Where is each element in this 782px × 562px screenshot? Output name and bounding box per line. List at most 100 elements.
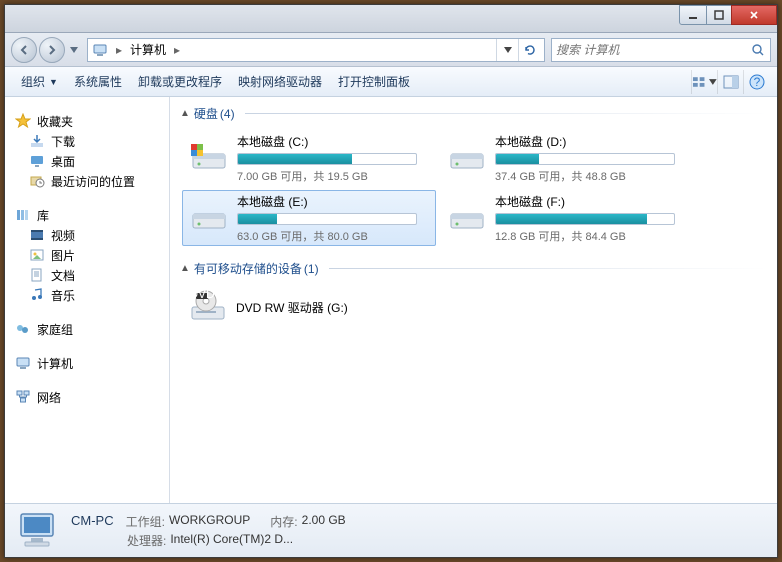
hdd-icon [445,136,489,180]
group-header-removable[interactable]: ▲ 有可移动存储的设备 (1) [180,260,767,277]
refresh-button[interactable] [518,39,540,61]
desktop-icon [29,153,45,169]
libraries-icon [15,207,31,223]
drive-name: DVD RW 驱动器 (G:) [236,299,432,316]
nav-history-dropdown[interactable] [67,40,81,60]
organize-label: 组织 [21,73,45,90]
drive-usage-text: 37.4 GB 可用，共 48.8 GB [495,168,689,184]
sidebar-downloads[interactable]: 下载 [9,131,169,151]
star-icon [15,113,31,129]
sidebar-label: 库 [37,207,49,224]
sidebar-computer[interactable]: 计算机 [9,353,169,373]
address-dropdown[interactable] [496,39,518,61]
collapse-icon: ▲ [180,263,190,274]
maximize-button[interactable] [706,5,732,25]
group-count: (4) [220,107,235,121]
group-count: (1) [304,262,319,276]
search-box[interactable] [551,38,771,62]
workgroup-label: 工作组: [126,513,165,530]
explorer-window: ▸ 计算机 ▸ 组织 ▼ 系统属性 卸载或更改程序 映射网络驱动器 打开控制面板 … [4,4,778,558]
sidebar-documents[interactable]: 文档 [9,265,169,285]
uninstall-programs-button[interactable]: 卸载或更改程序 [130,70,230,94]
system-properties-button[interactable]: 系统属性 [66,70,130,94]
sidebar-recent[interactable]: 最近访问的位置 [9,171,169,191]
svg-text:?: ? [753,75,760,89]
navigation-bar: ▸ 计算机 ▸ [5,33,777,67]
breadcrumb-separator[interactable]: ▸ [112,43,126,57]
sidebar-favorites[interactable]: 收藏夹 [9,111,169,131]
collapse-icon: ▲ [180,108,190,119]
chevron-down-icon: ▼ [49,77,58,87]
minimize-button[interactable] [679,5,707,25]
drive-usage-text: 7.00 GB 可用，共 19.5 GB [237,168,431,184]
search-input[interactable] [556,43,750,57]
titlebar [5,5,777,33]
command-bar: 组织 ▼ 系统属性 卸载或更改程序 映射网络驱动器 打开控制面板 ? [5,67,777,97]
drive-f[interactable]: 本地磁盘 (F:) 12.8 GB 可用，共 84.4 GB [440,190,694,246]
sidebar-videos[interactable]: 视频 [9,225,169,245]
hdd-icon [445,196,489,240]
drive-e[interactable]: 本地磁盘 (E:) 63.0 GB 可用，共 80.0 GB [182,190,436,246]
drive-d[interactable]: 本地磁盘 (D:) 37.4 GB 可用，共 48.8 GB [440,130,694,186]
drive-name: 本地磁盘 (D:) [495,133,689,150]
downloads-icon [29,133,45,149]
computer-icon [92,42,108,58]
sidebar-pictures[interactable]: 图片 [9,245,169,265]
open-control-panel-button[interactable]: 打开控制面板 [330,70,418,94]
sidebar-label: 文档 [51,267,75,284]
documents-icon [29,267,45,283]
sidebar-label: 音乐 [51,287,75,304]
preview-pane-button[interactable] [717,70,743,94]
close-button[interactable] [731,5,777,25]
hdd-icon [187,136,231,180]
sidebar-music[interactable]: 音乐 [9,285,169,305]
network-icon [15,389,31,405]
details-pane: CM-PC 工作组: WORKGROUP 内存: 2.00 GB 处理器: In… [5,503,777,557]
cpu-value: Intel(R) Core(TM)2 D... [170,532,293,549]
sidebar-label: 桌面 [51,153,75,170]
sidebar-label: 计算机 [37,355,73,372]
sidebar-label: 视频 [51,227,75,244]
view-mode-button[interactable] [691,70,717,94]
sidebar-label: 收藏夹 [37,113,73,130]
drive-usage-text: 63.0 GB 可用，共 80.0 GB [237,228,431,244]
cpu-label: 处理器: [127,532,166,549]
sidebar-label: 下载 [51,133,75,150]
homegroup-icon [15,321,31,337]
computer-icon [15,355,31,371]
drive-name: 本地磁盘 (C:) [237,133,431,150]
recent-icon [29,173,45,189]
organize-menu[interactable]: 组织 ▼ [13,70,66,94]
sidebar-homegroup[interactable]: 家庭组 [9,319,169,339]
group-header-drives[interactable]: ▲ 硬盘 (4) [180,105,767,122]
sidebar-label: 最近访问的位置 [51,173,135,190]
dvd-drive-icon: DVD [186,287,230,331]
workgroup-value: WORKGROUP [169,513,250,530]
sidebar-libraries[interactable]: 库 [9,205,169,225]
hdd-icon [187,196,231,240]
search-icon[interactable] [750,42,766,58]
memory-value: 2.00 GB [302,513,346,530]
computer-name: CM-PC [71,513,114,528]
drive-name: 本地磁盘 (E:) [237,193,431,210]
content-pane: ▲ 硬盘 (4) 本地磁盘 (C:) 7.00 GB 可用，共 19.5 GB [170,97,777,503]
computer-large-icon [15,510,61,552]
sidebar-network[interactable]: 网络 [9,387,169,407]
breadcrumb-computer[interactable]: 计算机 [126,39,170,61]
drive-c[interactable]: 本地磁盘 (C:) 7.00 GB 可用，共 19.5 GB [182,130,436,186]
usage-bar [237,213,417,225]
sidebar-label: 网络 [37,389,61,406]
help-button[interactable]: ? [743,70,769,94]
address-bar[interactable]: ▸ 计算机 ▸ [87,38,545,62]
optical-drive-g[interactable]: DVD DVD RW 驱动器 (G:) [182,285,436,333]
forward-button[interactable] [39,37,65,63]
pictures-icon [29,247,45,263]
back-button[interactable] [11,37,37,63]
map-network-drive-button[interactable]: 映射网络驱动器 [230,70,330,94]
svg-text:DVD: DVD [189,287,215,301]
sidebar-desktop[interactable]: 桌面 [9,151,169,171]
videos-icon [29,227,45,243]
breadcrumb-separator[interactable]: ▸ [170,43,184,57]
divider [245,113,767,114]
usage-bar [495,153,675,165]
